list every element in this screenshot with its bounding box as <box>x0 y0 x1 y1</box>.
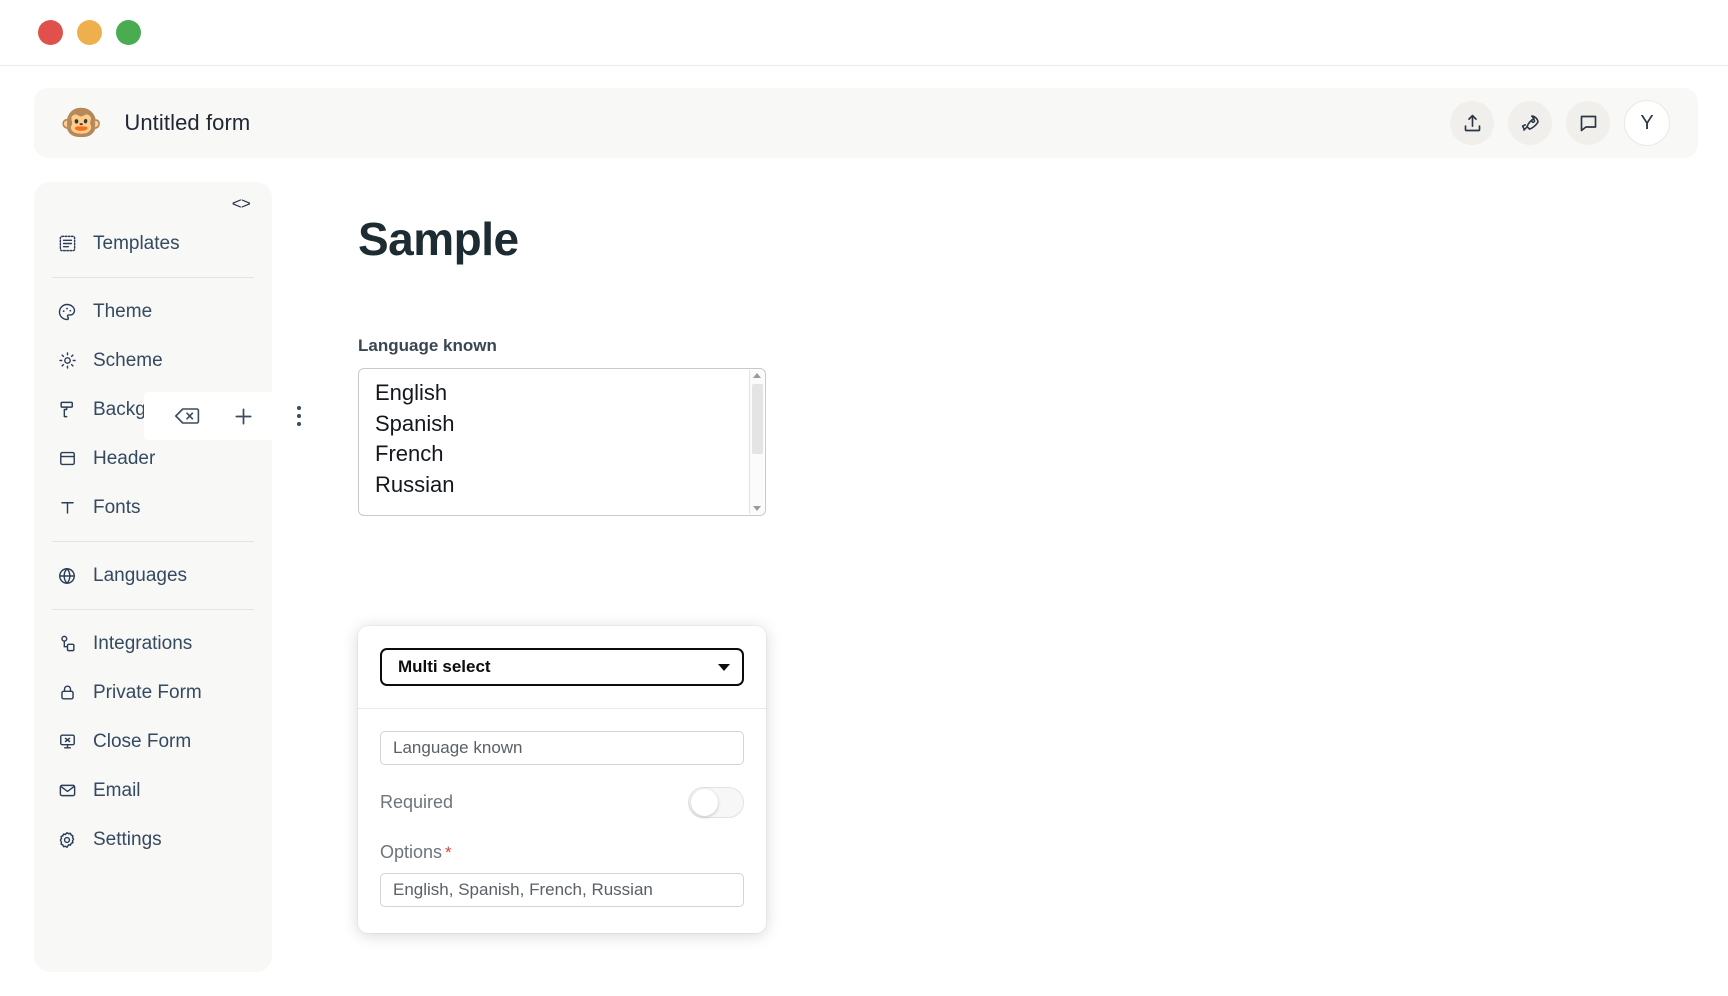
sidebar-item-languages[interactable]: Languages <box>34 551 272 600</box>
field-label: Language known <box>358 336 497 355</box>
header-layout-icon <box>56 448 78 470</box>
sidebar-item-label: Fonts <box>93 496 141 518</box>
code-view-toggle[interactable]: <> <box>34 196 272 219</box>
monkey-face-logo: 🐵 <box>60 104 103 142</box>
templates-icon <box>56 233 78 255</box>
envelope-icon <box>56 780 78 802</box>
gear-icon <box>56 829 78 851</box>
sidebar-item-scheme[interactable]: Scheme <box>34 336 272 385</box>
backspace-delete-icon[interactable] <box>172 401 202 431</box>
sidebar-item-label: Scheme <box>93 349 163 371</box>
sidebar-item-label: Languages <box>93 564 188 586</box>
chevron-down-icon <box>718 663 730 671</box>
list-item[interactable]: English <box>375 378 765 409</box>
sidebar-divider <box>52 541 254 542</box>
sidebar-item-templates[interactable]: Templates <box>34 219 272 268</box>
sidebar-item-close-form[interactable]: Close Form <box>34 717 272 766</box>
list-item[interactable]: Spanish <box>375 409 765 440</box>
sidebar-item-label: Integrations <box>93 632 193 654</box>
list-item[interactable]: Russian <box>375 470 765 501</box>
form-canvas: Sample Language known English Spanish Fr… <box>272 182 1728 972</box>
field-label-input[interactable]: Language known <box>380 731 744 765</box>
share-icon[interactable] <box>1450 101 1494 145</box>
text-t-icon <box>56 497 78 519</box>
window-titlebar <box>0 0 1728 66</box>
sidebar-divider <box>52 609 254 610</box>
sidebar-item-label: Templates <box>93 232 180 254</box>
appbar-container: 🐵 Untitled form Y <box>0 66 1728 158</box>
form-title[interactable]: Untitled form <box>124 110 250 136</box>
list-item[interactable]: French <box>375 439 765 470</box>
close-window-button[interactable] <box>38 20 63 45</box>
scroll-down-arrow-icon[interactable] <box>753 506 761 511</box>
sidebar-item-fonts[interactable]: Fonts <box>34 483 272 532</box>
panel-body: Language known Required Options* Englis <box>358 731 766 907</box>
required-toggle[interactable] <box>688 787 744 818</box>
plus-icon[interactable] <box>228 401 258 431</box>
sidebar-item-label: Theme <box>93 300 153 322</box>
field-type-select-wrap: Multi select <box>358 648 766 708</box>
field-type-select[interactable]: Multi select <box>380 648 744 686</box>
comment-icon[interactable] <box>1566 101 1610 145</box>
sidebar-item-label: Email <box>93 779 141 801</box>
sidebar-item-label: Settings <box>93 828 162 850</box>
scroll-up-arrow-icon[interactable] <box>753 373 761 378</box>
sidebar-item-theme[interactable]: Theme <box>34 287 272 336</box>
app-header-bar: 🐵 Untitled form Y <box>34 88 1698 158</box>
paint-roller-icon <box>56 399 78 421</box>
avatar[interactable]: Y <box>1624 100 1670 146</box>
sidebar-item-private-form[interactable]: Private Form <box>34 668 272 717</box>
sidebar: <> Templates Theme Scheme Header Fonts L… <box>34 182 324 972</box>
palette-icon <box>56 301 78 323</box>
toggle-knob <box>691 789 718 816</box>
required-asterisk: * <box>445 843 452 862</box>
sidebar-item-header[interactable]: Header <box>34 434 272 483</box>
field-label-input-value: Language known <box>393 738 523 757</box>
options-label: Options * <box>380 842 744 863</box>
sidebar-item-label: Header <box>93 447 156 469</box>
form-field-block: Language known English Spanish French Ru… <box>358 336 766 933</box>
required-label: Required <box>380 792 454 812</box>
sidebar-item-integrations[interactable]: Integrations <box>34 619 272 668</box>
sun-icon <box>56 350 78 372</box>
options-input[interactable]: English, Spanish, French, Russian <box>380 873 744 907</box>
sidebar-item-email[interactable]: Email <box>34 766 272 815</box>
required-row: Required <box>380 787 744 818</box>
block-toolbar <box>144 392 324 440</box>
listbox-scrollbar[interactable] <box>749 370 764 514</box>
traffic-lights <box>38 20 141 45</box>
options-input-value: English, Spanish, French, Russian <box>393 880 653 899</box>
scrollbar-thumb[interactable] <box>752 384 763 454</box>
kebab-menu-icon[interactable] <box>284 401 314 431</box>
body-row: <> Templates Theme Scheme Header Fonts L… <box>0 158 1728 972</box>
page-title[interactable]: Sample <box>358 212 1728 266</box>
lock-icon <box>56 682 78 704</box>
sidebar-item-settings[interactable]: Settings <box>34 815 272 864</box>
options-label-text: Options <box>380 842 443 862</box>
sidebar-item-label: Private Form <box>93 681 202 703</box>
panel-divider <box>358 708 766 709</box>
sidebar-divider <box>52 277 254 278</box>
sidebar-item-label: Close Form <box>93 730 192 752</box>
field-type-value: Multi select <box>398 657 491 676</box>
integrations-icon <box>56 633 78 655</box>
minimize-window-button[interactable] <box>77 20 102 45</box>
rocket-publish-icon[interactable] <box>1508 101 1552 145</box>
field-settings-panel: Multi select Language known Required Opt… <box>358 626 766 933</box>
multiselect-listbox[interactable]: English Spanish French Russian <box>358 368 766 516</box>
zoom-window-button[interactable] <box>116 20 141 45</box>
options-input-wrap: English, Spanish, French, Russian <box>380 873 744 907</box>
close-form-icon <box>56 731 78 753</box>
appbar-actions: Y <box>1450 100 1670 146</box>
globe-icon <box>56 565 78 587</box>
